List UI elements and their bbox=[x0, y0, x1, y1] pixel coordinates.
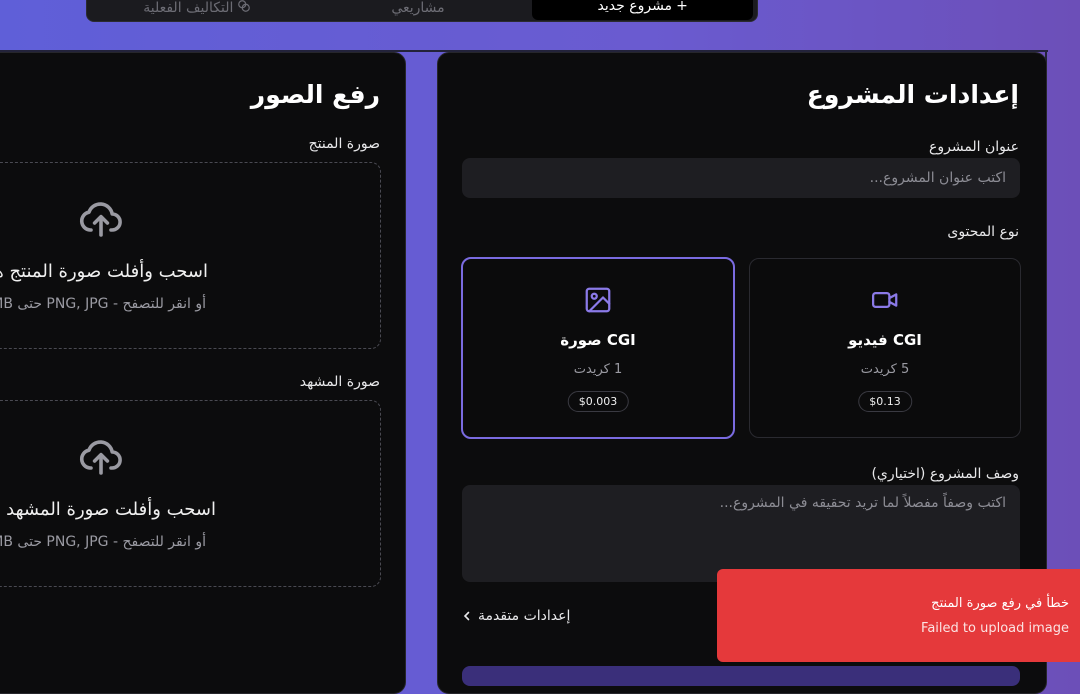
cloud-upload-icon bbox=[79, 440, 122, 475]
image-card-title: CGI صورة bbox=[560, 331, 636, 349]
top-nav: + مشروع جديد مشاريعي التكاليف الفعلية bbox=[86, 0, 758, 22]
tab-new-project-label: مشروع جديد bbox=[597, 0, 673, 14]
tab-actual-costs[interactable]: التكاليف الفعلية bbox=[87, 0, 308, 17]
error-toast[interactable]: خطأ في رفع صورة المنتج Failed to upload … bbox=[717, 569, 1080, 662]
upload-title: رفع الصور bbox=[250, 80, 380, 109]
cloud-upload-icon bbox=[79, 202, 122, 237]
product-image-label: صورة المنتج bbox=[308, 136, 380, 152]
product-dropzone[interactable] bbox=[0, 162, 381, 349]
tab-my-projects[interactable]: مشاريعي bbox=[308, 0, 529, 16]
tab-new-project[interactable]: + مشروع جديد bbox=[532, 0, 753, 20]
project-title-placeholder: اكتب عنوان المشروع... bbox=[869, 170, 1006, 186]
scene-dropzone[interactable] bbox=[0, 400, 381, 587]
project-title-input[interactable]: اكتب عنوان المشروع... bbox=[462, 158, 1020, 198]
submit-button[interactable] bbox=[462, 666, 1020, 686]
tab-my-projects-label: مشاريعي bbox=[391, 0, 445, 16]
scene-dropzone-title: اسحب وأفلت صورة المشهد هنا bbox=[0, 499, 216, 520]
content-type-label: نوع المحتوى bbox=[947, 224, 1019, 240]
coins-icon bbox=[237, 0, 251, 17]
product-dropzone-title: اسحب وأفلت صورة المنتج هنا bbox=[0, 261, 208, 282]
plus-icon: + bbox=[676, 0, 688, 14]
scene-image-label: صورة المشهد bbox=[299, 374, 380, 390]
project-title-label: عنوان المشروع bbox=[928, 139, 1019, 155]
chevron-left-icon bbox=[463, 611, 470, 621]
content-type-video-card[interactable]: CGI فيديو 5 كريدت $0.13 bbox=[749, 258, 1021, 438]
toast-title: خطأ في رفع صورة المنتج bbox=[931, 596, 1069, 611]
content-type-image-card[interactable]: CGI صورة 1 كريدت $0.003 bbox=[461, 257, 735, 439]
advanced-settings-label: إعدادات متقدمة bbox=[478, 608, 571, 624]
video-card-price: $0.13 bbox=[858, 391, 912, 412]
image-icon bbox=[585, 287, 611, 313]
image-card-credit: 1 كريدت bbox=[573, 362, 623, 377]
description-label: وصف المشروع (اختياري) bbox=[871, 466, 1019, 482]
description-placeholder: اكتب وصفاً مفصلاً لما تريد تحقيقه في الم… bbox=[719, 495, 1006, 511]
image-card-price: $0.003 bbox=[567, 391, 629, 412]
product-dropzone-hint: أو انقر للتصفح - PNG, JPG حتى 10MB bbox=[0, 296, 206, 312]
video-card-credit: 5 كريدت bbox=[860, 362, 910, 377]
description-textarea[interactable]: اكتب وصفاً مفصلاً لما تريد تحقيقه في الم… bbox=[462, 485, 1020, 582]
tab-actual-costs-label: التكاليف الفعلية bbox=[143, 0, 234, 16]
scene-dropzone-hint: أو انقر للتصفح - PNG, JPG حتى 10MB bbox=[0, 534, 206, 550]
toast-message: Failed to upload image bbox=[921, 621, 1069, 636]
settings-title: إعدادات المشروع bbox=[806, 80, 1019, 109]
video-card-title: CGI فيديو bbox=[848, 331, 922, 349]
video-icon bbox=[872, 292, 898, 308]
advanced-settings-toggle[interactable]: إعدادات متقدمة bbox=[462, 608, 570, 624]
